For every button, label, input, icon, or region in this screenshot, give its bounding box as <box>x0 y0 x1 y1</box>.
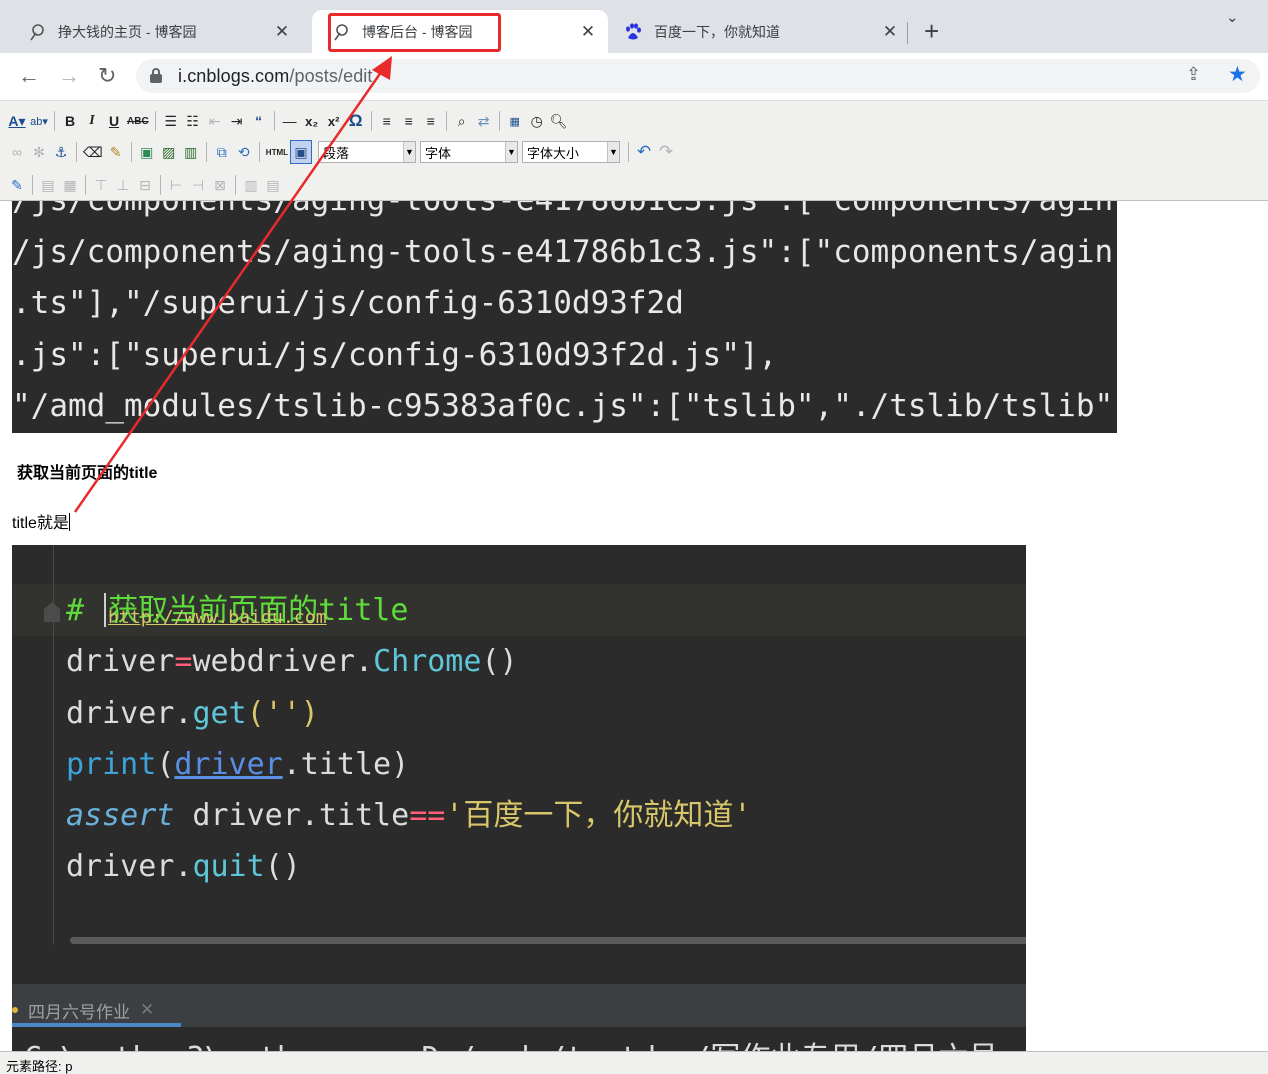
annotation-arrow-line <box>73 67 386 513</box>
annotation-arrow-head <box>372 56 392 80</box>
annotation-arrow <box>73 56 392 513</box>
